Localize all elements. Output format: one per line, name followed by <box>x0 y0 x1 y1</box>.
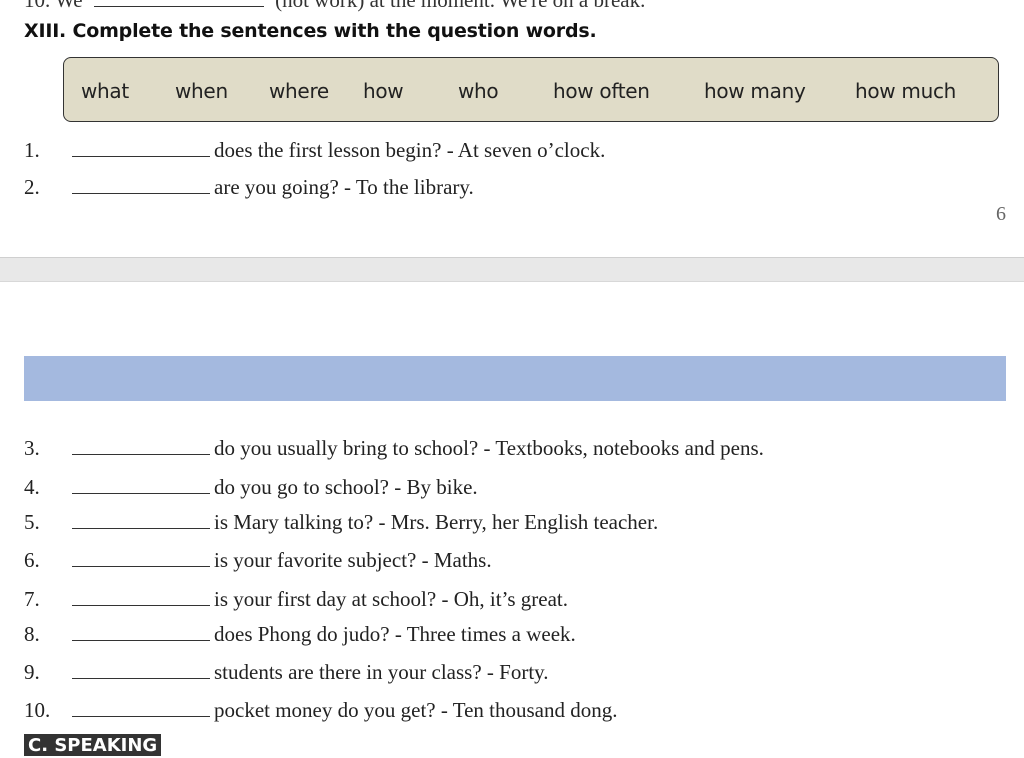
item-number: 3. <box>24 436 40 460</box>
exercise-item: 1. does the first lesson begin? - At seve… <box>24 138 605 163</box>
word-where: where <box>269 79 329 103</box>
answer-blank <box>72 440 210 455</box>
header-band <box>24 356 1006 401</box>
answer-blank <box>72 142 210 157</box>
answer-blank <box>72 591 210 606</box>
exercise-item: 3. do you usually bring to school? - Text… <box>24 436 764 461</box>
item-text: pocket money do you get? - Ten thousand … <box>214 698 618 722</box>
item-text: is your first day at school? - Oh, it’s … <box>214 587 569 611</box>
item-number: 2. <box>24 175 40 199</box>
exercise-item: 9. students are there in your class? - Fo… <box>24 660 549 685</box>
page-break <box>0 257 1024 282</box>
item-text: does Phong do judo? - Three times a week… <box>214 622 576 646</box>
word-how: how <box>363 79 404 103</box>
item-text: is Mary talking to? - Mrs. Berry, her En… <box>214 510 659 534</box>
exercise-item: 10. pocket money do you get? - Ten thousa… <box>24 698 617 723</box>
word-how-much: how much <box>855 79 957 103</box>
word-box: what when where how who how often how ma… <box>63 57 999 122</box>
item-text: do you go to school? - By bike. <box>214 475 478 499</box>
item-number: 8. <box>24 622 40 646</box>
page-number: 6 <box>996 203 1006 225</box>
answer-blank <box>72 626 210 641</box>
item-text: do you usually bring to school? - Textbo… <box>214 436 764 460</box>
answer-blank <box>72 664 210 679</box>
item-number: 10. <box>24 698 51 722</box>
item-number: 4. <box>24 475 40 499</box>
answer-blank <box>93 0 264 7</box>
word-who: who <box>458 79 499 103</box>
exercise-item: 4. do you go to school? - By bike. <box>24 475 478 500</box>
item-number: 5. <box>24 510 40 534</box>
item-number: 1. <box>24 138 40 162</box>
cut-off-previous-line: 10. We (not work) at the moment. We're o… <box>24 0 645 13</box>
cut-line-subject: We <box>55 0 83 12</box>
answer-blank <box>72 479 210 494</box>
exercise-item: 6. is your favorite subject? - Maths. <box>24 548 492 573</box>
answer-blank <box>72 514 210 529</box>
item-text: are you going? - To the library. <box>214 175 474 199</box>
exercise-item: 8. does Phong do judo? - Three times a we… <box>24 622 576 647</box>
item-text: is your favorite subject? - Maths. <box>214 548 492 572</box>
cut-line-text: (not work) at the moment. We're on a bre… <box>275 0 646 12</box>
exercise-heading: XIII. Complete the sentences with the qu… <box>24 20 597 42</box>
word-how-many: how many <box>704 79 806 103</box>
word-when: when <box>175 79 228 103</box>
item-number: 6. <box>24 548 40 572</box>
word-what: what <box>81 79 129 103</box>
word-how-often: how often <box>553 79 650 103</box>
item-number: 7. <box>24 587 40 611</box>
cut-line-number: 10. <box>24 0 51 12</box>
exercise-item: 5. is Mary talking to? - Mrs. Berry, her … <box>24 510 658 535</box>
exercise-item: 2. are you going? - To the library. <box>24 175 474 200</box>
answer-blank <box>72 702 210 717</box>
item-text: does the first lesson begin? - At seven … <box>214 138 606 162</box>
exercise-item: 7. is your first day at school? - Oh, it’… <box>24 587 568 612</box>
item-number: 9. <box>24 660 40 684</box>
answer-blank <box>72 179 210 194</box>
item-text: students are there in your class? - Fort… <box>214 660 549 684</box>
answer-blank <box>72 552 210 567</box>
